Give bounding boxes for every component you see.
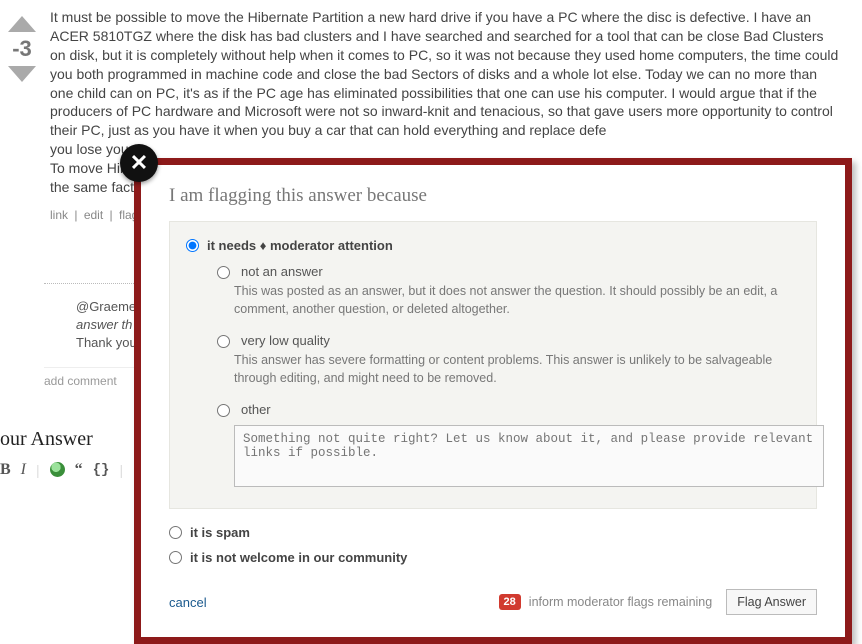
label-mod-attention[interactable]: it needs ♦ moderator attention	[207, 238, 393, 253]
link-button[interactable]	[50, 462, 65, 477]
desc-very-low-quality: This answer has severe formatting or con…	[234, 352, 800, 387]
flags-remaining-count: 28	[499, 594, 521, 610]
radio-other[interactable]	[217, 404, 230, 417]
label-not-welcome[interactable]: it is not welcome in our community	[190, 550, 407, 565]
upvote-icon[interactable]	[8, 16, 36, 32]
label-not-an-answer[interactable]: not an answer	[241, 264, 323, 279]
close-icon[interactable]: ✕	[120, 144, 158, 182]
flags-remaining: 28 inform moderator flags remaining	[499, 594, 713, 610]
link-action[interactable]: link	[50, 208, 68, 222]
dialog-title: I am flagging this answer because	[169, 185, 817, 207]
label-very-low-quality[interactable]: very low quality	[241, 333, 330, 348]
bold-button[interactable]: B	[0, 461, 11, 479]
label-spam[interactable]: it is spam	[190, 525, 250, 540]
radio-not-welcome[interactable]	[169, 551, 182, 564]
vote-score: -3	[0, 36, 44, 62]
flag-answer-button[interactable]: Flag Answer	[726, 589, 817, 615]
edit-action[interactable]: edit	[84, 208, 103, 222]
radio-spam[interactable]	[169, 526, 182, 539]
desc-not-an-answer: This was posted as an answer, but it doe…	[234, 283, 800, 318]
other-reason-input[interactable]	[234, 425, 824, 487]
downvote-icon[interactable]	[8, 66, 36, 82]
code-button[interactable]: {}	[93, 462, 110, 478]
radio-mod-attention[interactable]	[186, 239, 199, 252]
italic-button[interactable]: I	[21, 461, 26, 479]
cancel-button[interactable]: cancel	[169, 595, 207, 610]
label-other[interactable]: other	[241, 402, 271, 417]
quote-button[interactable]: “	[75, 461, 83, 479]
radio-not-an-answer[interactable]	[217, 266, 230, 279]
flag-dialog: ✕ I am flagging this answer because it n…	[134, 158, 852, 644]
radio-very-low-quality[interactable]	[217, 335, 230, 348]
